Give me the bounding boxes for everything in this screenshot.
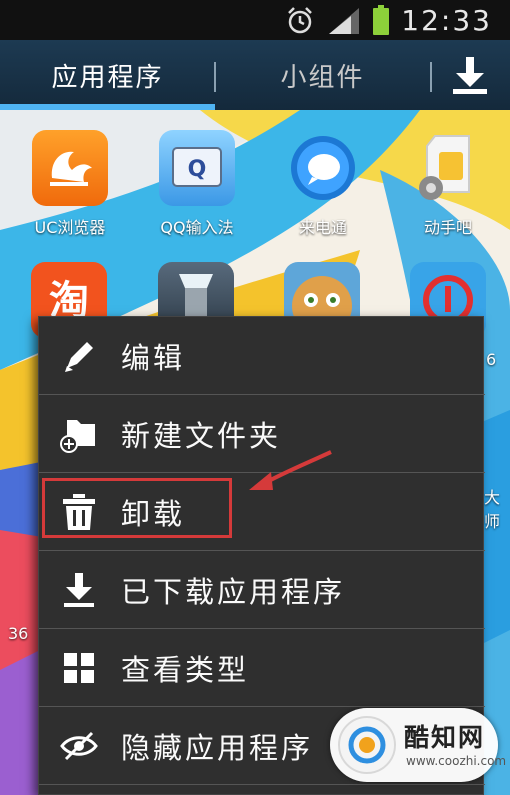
menu-item-label: 隐藏应用程序 xyxy=(121,730,314,765)
app-label: 来电通 xyxy=(298,218,347,237)
battery-icon xyxy=(373,5,390,35)
menu-item-edit[interactable]: 编辑 xyxy=(39,317,485,395)
pencil-icon xyxy=(59,336,99,376)
new-folder-icon xyxy=(59,414,99,454)
watermark-url: www.coozhi.com xyxy=(406,754,507,768)
svg-text:Q: Q xyxy=(188,157,207,182)
hide-eye-icon xyxy=(59,726,99,766)
menu-item-downloaded-apps[interactable]: 已下载应用程序 xyxy=(39,551,485,629)
app-label: QQ输入法 xyxy=(160,218,234,237)
menu-item-label: 已下载应用程序 xyxy=(121,574,346,609)
tab-apps[interactable]: 应用程序 xyxy=(0,40,215,110)
watermark-logo-icon xyxy=(338,716,396,774)
menu-item-view-type[interactable]: 查看类型 xyxy=(39,629,485,707)
grid-view-icon xyxy=(59,648,99,688)
app-label: 36 xyxy=(8,624,29,643)
tab-widgets-label: 小组件 xyxy=(280,62,365,93)
annotation-arrow-icon xyxy=(249,450,332,490)
menu-item-label: 查看类型 xyxy=(121,652,250,687)
watermark: 酷知网 www.coozhi.com xyxy=(330,708,506,782)
uninstall-highlight-box xyxy=(42,478,232,538)
alarm-clock-icon xyxy=(288,7,313,34)
download-icon xyxy=(59,570,99,610)
status-bar: 12:33 xyxy=(0,0,510,40)
status-time: 12:33 xyxy=(401,3,492,37)
tab-bar: 应用程序 小组件 xyxy=(0,40,510,110)
qq-input-icon: Q xyxy=(159,130,235,206)
watermark-title: 酷知网 xyxy=(404,723,486,752)
tab-widgets[interactable]: 小组件 xyxy=(215,40,430,110)
app-caller[interactable]: 来电通 xyxy=(268,130,378,238)
app-label: 动手吧 xyxy=(423,218,472,237)
caller-icon xyxy=(285,130,361,206)
tab-apps-label: 应用程序 xyxy=(51,62,164,93)
signal-icon xyxy=(329,8,360,34)
menu-item-label: 编辑 xyxy=(121,340,186,375)
app-label: 大师 xyxy=(484,488,501,531)
app-uc-browser[interactable]: UC浏览器 xyxy=(15,130,125,238)
uc-browser-icon xyxy=(32,130,108,206)
app-label: 6 xyxy=(486,350,497,369)
download-icon xyxy=(453,57,487,94)
app-label: UC浏览器 xyxy=(34,218,106,237)
app-dongshouba[interactable]: 动手吧 xyxy=(393,130,503,238)
download-button[interactable] xyxy=(430,40,510,110)
sim-gear-icon xyxy=(410,130,486,206)
app-qq-input[interactable]: Q QQ输入法 xyxy=(142,130,252,238)
